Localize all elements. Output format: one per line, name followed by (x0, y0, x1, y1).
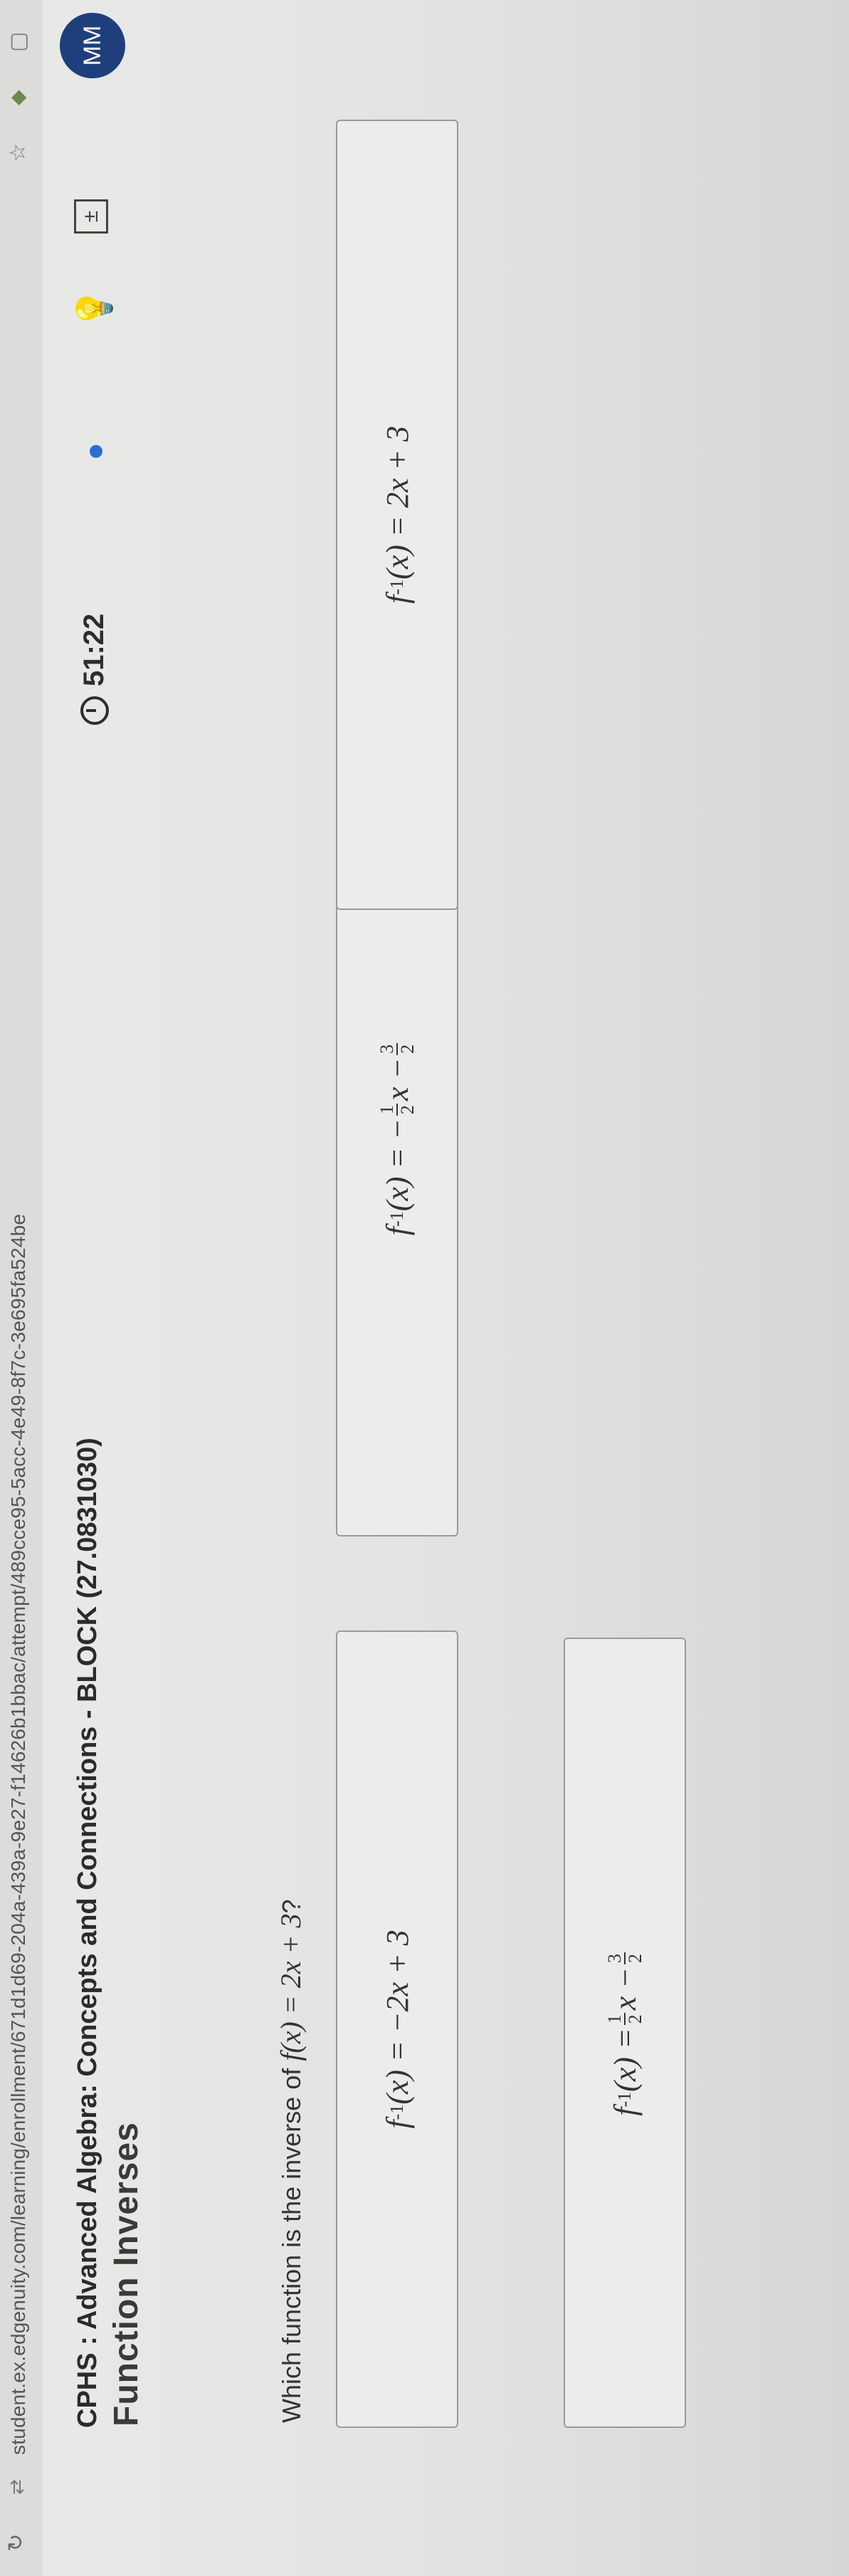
question-end: ? (277, 1899, 306, 1914)
option-superscript: -1 (386, 1211, 407, 1227)
question-function: f(x) = 2x + 3 (275, 1913, 307, 2061)
option-text: x − (607, 1967, 643, 2011)
page-title: Function Inverses (107, 2122, 145, 2426)
tab-icon[interactable]: ▢ (6, 32, 31, 52)
fraction-denominator: 2 (397, 1105, 418, 1115)
fraction-denominator: 2 (397, 1044, 418, 1054)
option-superscript: -1 (386, 2104, 407, 2120)
option-text: f (379, 2120, 415, 2129)
hint-icon[interactable]: 💡 (74, 287, 115, 330)
fraction: 32 (603, 1952, 645, 1965)
option-text: f (607, 2107, 643, 2116)
timer: 51:22 (78, 614, 110, 725)
option-text: (x) = − (379, 1119, 415, 1212)
option-text: f (379, 595, 415, 604)
page: ↻ ⇄ student.ex.edgenuity.com/learning/en… (0, 0, 849, 2576)
option-superscript: -1 (614, 2091, 635, 2108)
answer-option-a[interactable]: f -1 (x) = −2x + 3 (336, 1630, 458, 2428)
option-text: (x) = −2x + 3 (379, 1930, 415, 2105)
fraction-denominator: 2 (625, 1954, 645, 1964)
avatar[interactable]: MM (60, 13, 125, 78)
fraction-numerator: 3 (376, 1042, 398, 1055)
fraction-numerator: 1 (376, 1104, 398, 1116)
browser-toolbar: ↻ ⇄ student.ex.edgenuity.com/learning/en… (0, 0, 43, 2576)
timer-icon (80, 696, 109, 725)
timer-value: 51:22 (78, 613, 110, 686)
fraction-numerator: 1 (603, 2013, 626, 2026)
fraction-numerator: 3 (603, 1952, 626, 1965)
fraction: 12 (376, 1104, 418, 1116)
option-text: x − (379, 1057, 415, 1101)
question-text: Which function is the inverse of (277, 2068, 306, 2423)
extension-icon[interactable]: ◆ (6, 90, 29, 105)
question-prompt: Which function is the inverse of f(x) = … (274, 1899, 307, 2423)
option-text: f (379, 1226, 415, 1236)
calculator-icon[interactable]: ± (74, 199, 108, 234)
fraction: 32 (376, 1042, 418, 1055)
fraction-denominator: 2 (625, 2014, 645, 2024)
address-bar-url[interactable]: student.ex.edgenuity.com/learning/enroll… (7, 1214, 30, 2455)
reload-icon[interactable]: ↻ (4, 2530, 28, 2555)
site-info-icon[interactable]: ⇄ (6, 2476, 27, 2498)
answer-option-c[interactable]: f -1 (x) = 2x + 3 (336, 120, 458, 910)
star-icon[interactable]: ☆ (6, 143, 31, 162)
option-text: (x) = (607, 2028, 643, 2092)
status-dot (90, 445, 102, 458)
answer-option-d[interactable]: f -1 (x) = 12 x − 32 (564, 1638, 686, 2428)
fraction: 12 (603, 2013, 645, 2026)
option-text: (x) = 2x + 3 (379, 426, 415, 580)
course-title: CPHS : Advanced Algebra: Concepts and Co… (73, 1438, 102, 2428)
option-superscript: -1 (386, 579, 407, 595)
